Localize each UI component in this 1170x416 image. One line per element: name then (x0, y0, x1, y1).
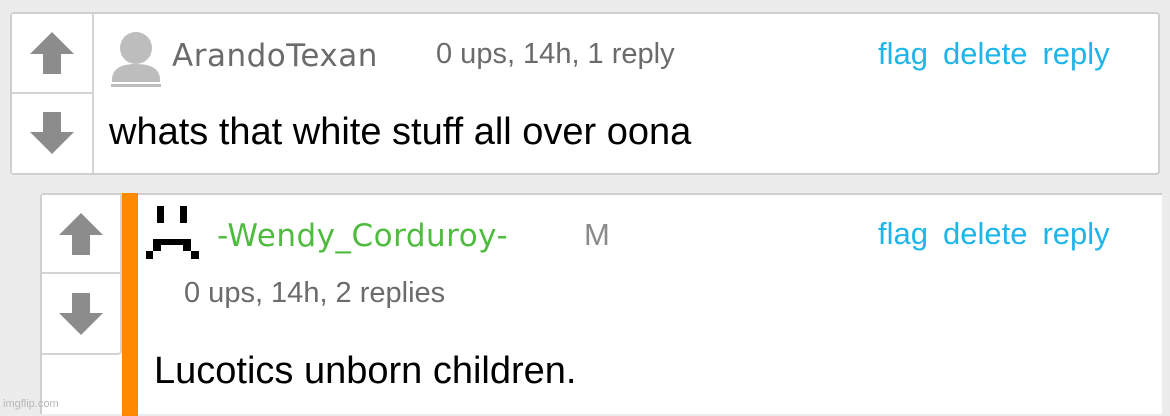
gender-badge: M (584, 217, 610, 252)
sad-face-pixel-icon[interactable] (146, 203, 210, 265)
arrow-down-icon (59, 292, 103, 335)
arrow-up-icon (30, 31, 74, 74)
upvote-button[interactable] (42, 195, 120, 274)
flag-link[interactable]: flag (878, 216, 928, 252)
downvote-button[interactable] (42, 274, 120, 353)
watermark: imgflip.com (3, 398, 59, 410)
op-marker-bar (122, 193, 138, 416)
delete-link[interactable]: delete (943, 36, 1027, 72)
downvote-button[interactable] (12, 94, 92, 174)
comment-arandotexan: ArandoTexan 0 ups, 14h, 1 reply flag del… (10, 12, 1160, 175)
comment-wendy-corduroy: -Wendy_Corduroy- M flag delete reply 0 u… (40, 193, 1162, 416)
reply-link[interactable]: reply (1042, 36, 1109, 72)
delete-link[interactable]: delete (943, 216, 1027, 252)
comment-actions: flag delete reply (878, 216, 1110, 252)
vote-column (42, 195, 122, 355)
username-link[interactable]: ArandoTexan (172, 38, 378, 74)
comment-meta: 0 ups, 14h, 1 reply (436, 38, 675, 70)
vote-column (12, 14, 94, 173)
comment-actions: flag delete reply (878, 36, 1110, 72)
upvote-button[interactable] (12, 14, 92, 94)
arrow-up-icon (59, 212, 103, 255)
flag-link[interactable]: flag (878, 36, 928, 72)
comment-text: whats that white stuff all over oona (109, 111, 692, 153)
comment-text: Lucotics unborn children. (154, 350, 577, 392)
username-link[interactable]: -Wendy_Corduroy- (217, 218, 508, 254)
reply-link[interactable]: reply (1042, 216, 1109, 252)
arrow-down-icon (30, 112, 74, 155)
default-user-icon[interactable] (108, 30, 164, 88)
comment-meta: 0 ups, 14h, 2 replies (184, 277, 446, 309)
